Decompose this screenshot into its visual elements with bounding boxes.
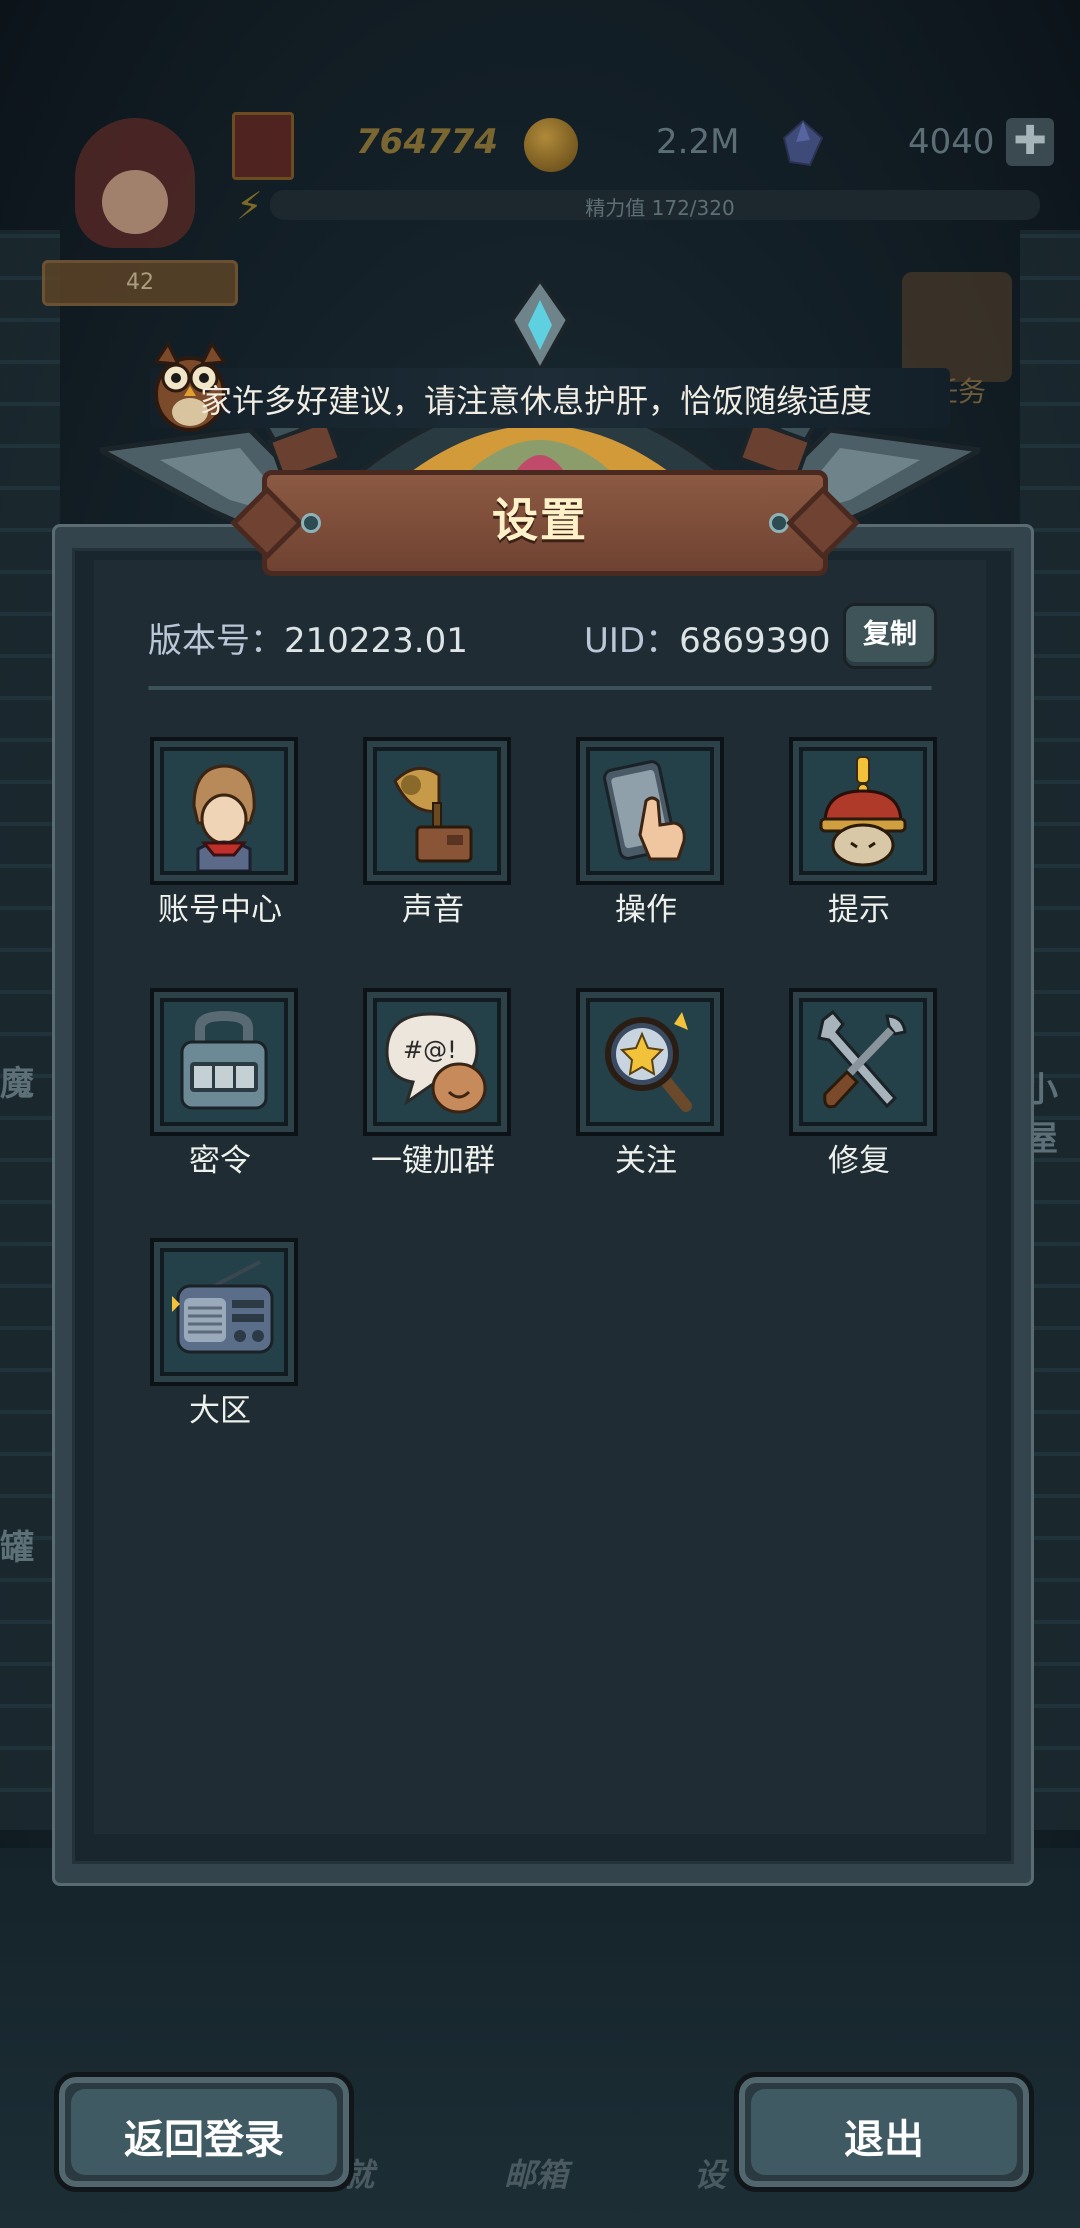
coin-icon xyxy=(524,118,578,172)
code-label: 密令 xyxy=(189,1143,251,1179)
player-avatar[interactable]: 42 xyxy=(30,110,240,306)
background-building-label: 魔 xyxy=(0,1064,34,1104)
radio-icon xyxy=(164,1252,284,1372)
chat-bubble-icon: #@! xyxy=(377,1002,497,1122)
coin-counter: 2.2M xyxy=(656,122,740,162)
follow-button[interactable] xyxy=(576,988,724,1136)
energy-value: 精力值 172/320 xyxy=(585,196,735,220)
controls-label: 操作 xyxy=(615,892,677,928)
energy-bolt-icon: ⚡ xyxy=(236,184,263,228)
back-to-login-button[interactable]: 返回登录 xyxy=(54,2072,354,2192)
account-center-button[interactable] xyxy=(150,737,298,885)
sound-button[interactable] xyxy=(363,737,511,885)
join-group-button[interactable]: #@! xyxy=(363,988,511,1136)
region-button[interactable] xyxy=(150,1238,298,1386)
gem-counter: 4040 xyxy=(908,122,995,162)
account-icon xyxy=(164,751,284,871)
region-label: 大区 xyxy=(189,1393,251,1429)
code-lock-icon xyxy=(164,1002,284,1122)
background-building-label: 罐 xyxy=(0,1528,34,1568)
version-label: 版本号： xyxy=(148,621,284,661)
controls-button[interactable] xyxy=(576,737,724,885)
exit-label: 退出 xyxy=(844,2117,924,2163)
code-button[interactable] xyxy=(150,988,298,1136)
magnifier-star-icon xyxy=(590,1002,710,1122)
account-center-label: 账号中心 xyxy=(158,892,282,928)
follow-label: 关注 xyxy=(615,1143,677,1179)
sound-label: 声音 xyxy=(402,892,464,928)
hint-label: 提示 xyxy=(828,892,890,928)
dimmed-nav-mailbox: 邮箱 xyxy=(504,2156,569,2194)
guild-flag-icon[interactable] xyxy=(232,112,294,180)
uid-label: UID： xyxy=(584,621,680,661)
version-info: 版本号：210223.01 xyxy=(148,613,468,662)
settings-title: 设置 xyxy=(492,493,588,547)
background-wall-left xyxy=(0,230,60,1830)
avatar-face xyxy=(102,170,168,234)
gem-icon xyxy=(782,119,824,167)
hint-helmet-icon xyxy=(803,751,923,871)
hint-button[interactable] xyxy=(789,737,937,885)
uid-value: 6869390 xyxy=(679,621,831,661)
gold-counter: 764774 xyxy=(356,122,498,162)
touch-phone-icon xyxy=(590,751,710,871)
repair-tools-icon xyxy=(803,1002,923,1122)
add-gems-button[interactable]: ✚ xyxy=(1006,118,1054,166)
version-value: 210223.01 xyxy=(284,621,468,661)
info-divider xyxy=(148,686,932,690)
back-to-login-label: 返回登录 xyxy=(124,2117,284,2163)
join-group-label: 一键加群 xyxy=(371,1143,495,1179)
uid-info: UID：6869390 xyxy=(584,613,831,662)
copy-uid-button[interactable]: 复制 xyxy=(843,603,937,669)
notice-text: 家许多好建议，请注意休息护肝，恰饭随缘适度 xyxy=(200,382,873,420)
svg-text:#@!: #@! xyxy=(403,1036,457,1064)
exit-button[interactable]: 退出 xyxy=(734,2072,1034,2192)
dimmed-nav-settings: 设 xyxy=(694,2156,727,2194)
gramophone-icon xyxy=(377,751,497,871)
repair-label: 修复 xyxy=(828,1143,890,1179)
repair-button[interactable] xyxy=(789,988,937,1136)
